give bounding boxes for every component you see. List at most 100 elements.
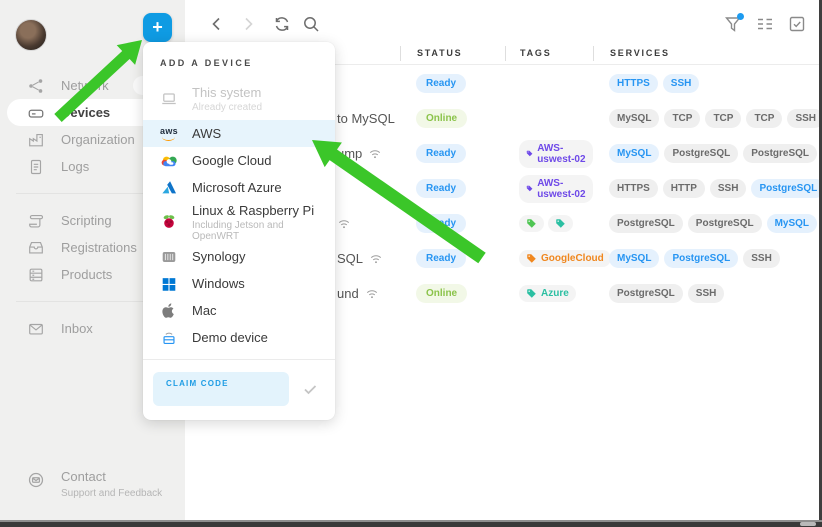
menu-item-label: Demo device <box>192 330 268 345</box>
service-badge[interactable]: TCP <box>705 109 742 128</box>
mac-icon <box>159 301 179 321</box>
tag[interactable]: Azure <box>519 285 576 302</box>
tag-icon <box>527 219 536 228</box>
service-badge[interactable]: PostgreSQL <box>751 179 822 198</box>
refresh-button[interactable] <box>271 13 293 35</box>
tag[interactable]: AWS-uswest-02 <box>519 139 593 168</box>
tag[interactable]: AWS-uswest-02 <box>519 174 593 203</box>
tags-cell: Azure <box>505 285 593 302</box>
column-tags[interactable]: TAGS <box>505 46 593 61</box>
contact-icon <box>27 471 45 489</box>
tags-cell: AWS-uswest-02 <box>505 174 593 203</box>
filter-button[interactable] <box>722 13 744 35</box>
service-badge[interactable]: HTTP <box>662 179 705 198</box>
menu-item-microsoft-azure[interactable]: Microsoft Azure <box>143 174 335 201</box>
menu-item-linux-raspberry-pi[interactable]: Linux & Raspberry Pi Including Jetson and… <box>143 201 335 243</box>
sidebar-item-label: Network <box>61 78 109 93</box>
service-badge[interactable]: PostgreSQL <box>687 214 762 233</box>
menu-item-label: Mac <box>192 303 217 318</box>
service-badge[interactable]: SSH <box>687 284 725 303</box>
sidebar-item-label: Organization <box>61 132 135 147</box>
menu-item-synology[interactable]: Synology <box>143 243 335 270</box>
select-mode-button[interactable] <box>786 13 808 35</box>
service-badge[interactable]: TCP <box>746 109 783 128</box>
service-badge[interactable]: PostgreSQL <box>664 144 739 163</box>
tag[interactable] <box>519 215 544 232</box>
service-badge[interactable]: MySQL <box>609 249 660 268</box>
forward-button[interactable] <box>237 13 259 35</box>
status-cell: Online <box>400 109 505 128</box>
services-cell: HTTPSHTTPSSHPostgreSQLHTTPTCP+1 <box>593 179 822 198</box>
scripting-icon <box>27 212 45 230</box>
services-cell: MySQL PostgreSQL SSH <box>593 249 822 268</box>
tag-icon <box>527 289 536 298</box>
service-badge[interactable]: PostgreSQL <box>743 144 818 163</box>
services-cell: PostgreSQLPostgreSQLMySQLSSH <box>593 214 822 233</box>
sidebar-item-label: Logs <box>61 159 90 174</box>
columns-view-button[interactable] <box>754 13 776 35</box>
status-cell: Ready <box>400 144 505 163</box>
sidebar-item-contact[interactable]: Contact Support and Feedback <box>0 469 185 499</box>
menu-item-google-cloud[interactable]: Google Cloud <box>143 147 335 174</box>
services-cell: MySQLPostgreSQLPostgreSQLSSH <box>593 144 822 163</box>
microsoft-azure-icon <box>159 178 179 198</box>
device-name-fragment: und <box>337 286 359 301</box>
service-badge[interactable]: SSH <box>743 249 780 268</box>
menu-item-windows[interactable]: Windows <box>143 270 335 297</box>
service-badge[interactable]: TCP <box>664 109 701 128</box>
service-badge[interactable]: HTTPS <box>609 179 658 198</box>
wifi-icon <box>368 147 382 161</box>
back-button[interactable] <box>206 13 228 35</box>
sidebar-item-label: Devices <box>61 105 111 120</box>
window-frame-bottom <box>0 520 822 527</box>
tags-cell: AWS-uswest-02 <box>505 139 593 168</box>
status-cell: Ready <box>400 179 505 198</box>
network-icon <box>27 77 45 95</box>
service-badge[interactable]: PostgreSQL <box>609 284 683 303</box>
app-window: Network1DevicesOrganizationLogsScripting… <box>0 0 822 527</box>
wifi-icon <box>365 287 379 301</box>
service-badge[interactable]: SSH <box>709 179 747 198</box>
device-name-fragment: to MySQL <box>337 111 395 126</box>
claim-code-input[interactable]: CLAIM CODE <box>153 372 289 406</box>
service-badge[interactable]: MySQL <box>609 144 660 163</box>
tag[interactable] <box>548 215 573 232</box>
menu-item-sublabel: Including Jetson and OpenWRT <box>192 219 284 242</box>
user-avatar[interactable] <box>15 19 47 51</box>
menu-item-demo-device[interactable]: Demo device <box>143 324 335 351</box>
service-badge[interactable]: MySQL <box>766 214 818 233</box>
windows-icon <box>159 274 179 294</box>
services-cell: HTTPS SSH <box>593 74 822 93</box>
claim-submit-check-icon[interactable] <box>301 380 319 398</box>
menu-item-sublabel: Already created <box>192 102 263 113</box>
tag-icon <box>556 219 565 228</box>
service-badge[interactable]: HTTPS <box>609 74 658 93</box>
add-device-button[interactable]: + <box>143 13 172 42</box>
status-badge: Ready <box>416 144 467 163</box>
search-button[interactable] <box>300 13 322 35</box>
tag-label: AWS-uswest-02 <box>537 142 586 165</box>
sidebar-item-label: Scripting <box>61 213 112 228</box>
menu-item-label: Synology <box>192 249 246 264</box>
column-status[interactable]: STATUS <box>400 46 505 61</box>
tag-label: Azure <box>541 288 569 299</box>
service-badge[interactable]: PostgreSQL <box>609 214 683 233</box>
menu-item-aws[interactable]: aws AWS <box>143 120 335 147</box>
status-badge: Online <box>416 109 468 128</box>
menu-item-label: Microsoft Azure <box>192 180 282 195</box>
service-badge[interactable]: SSH <box>787 109 822 128</box>
organization-icon <box>27 131 45 149</box>
service-badge[interactable]: MySQL <box>609 109 660 128</box>
device-name-fragment: SQL <box>337 251 364 266</box>
wifi-icon <box>369 252 383 266</box>
service-badge[interactable]: PostgreSQL <box>664 249 739 268</box>
menu-items: This system Already created aws AWS Google C… <box>143 78 335 351</box>
menu-title: ADD A DEVICE <box>160 58 253 68</box>
column-services[interactable]: SERVICES <box>593 46 822 61</box>
tag-icon <box>527 254 536 263</box>
service-badge[interactable]: SSH <box>662 74 700 93</box>
resize-handle[interactable] <box>800 522 816 526</box>
menu-item-mac[interactable]: Mac <box>143 297 335 324</box>
synology-icon <box>159 247 179 267</box>
menu-item-label: Linux & Raspberry Pi <box>192 202 315 218</box>
